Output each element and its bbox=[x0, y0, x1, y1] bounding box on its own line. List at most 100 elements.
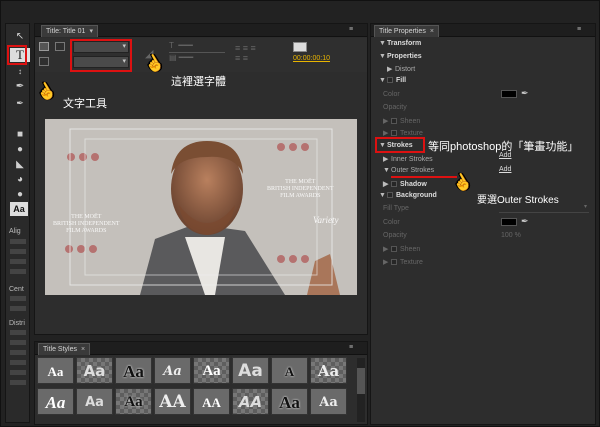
bg-color-label: Color bbox=[383, 219, 400, 226]
title-tab[interactable]: Title: Title 01 ▾ bbox=[41, 25, 98, 37]
close-icon[interactable]: × bbox=[81, 346, 85, 353]
title-style-swatch[interactable]: AA bbox=[193, 388, 230, 415]
inner-strokes-label: Inner Strokes bbox=[391, 156, 433, 163]
panel-menu-icon[interactable]: ≡ bbox=[349, 344, 363, 352]
style-swatch-preview[interactable]: Aa bbox=[10, 202, 28, 216]
properties-tabbar: Title Properties × ≡ bbox=[371, 24, 595, 37]
bg-texture-row[interactable]: ▶ Texture bbox=[383, 258, 423, 266]
bg-opacity-label: Opacity bbox=[383, 232, 407, 239]
new-title-icon[interactable] bbox=[39, 42, 49, 51]
pen-tool[interactable]: ✒ bbox=[10, 80, 30, 94]
distribute-label: Distri bbox=[9, 320, 25, 327]
background-checkbox[interactable] bbox=[387, 192, 393, 198]
bg-texture-checkbox[interactable] bbox=[391, 259, 397, 265]
inner-strokes-row[interactable]: ▶ Inner Strokes bbox=[383, 155, 433, 163]
templates-icon[interactable] bbox=[39, 57, 49, 66]
properties-label: Properties bbox=[387, 53, 422, 60]
distort-row[interactable]: ▶ Distort bbox=[387, 65, 415, 73]
title-style-swatch[interactable]: A bbox=[271, 357, 308, 384]
title-style-swatch[interactable]: Aa bbox=[271, 388, 308, 415]
add-anchor-tool[interactable]: ✒ bbox=[10, 96, 30, 110]
type-tool[interactable]: T bbox=[10, 48, 30, 62]
ellipse-tool[interactable]: ● bbox=[10, 188, 30, 202]
title-properties-tab[interactable]: Title Properties × bbox=[374, 25, 439, 37]
add-outer-stroke-link[interactable]: Add bbox=[499, 166, 511, 173]
chevron-down-icon: ▾ bbox=[122, 43, 126, 50]
backdrop-text-left-2: BRITISH INDEPENDENT bbox=[53, 221, 120, 227]
align-text-buttons[interactable]: ≡ ≡ ≡ ≡ ≡ bbox=[235, 43, 281, 65]
rounded-rectangle-tool[interactable]: ● bbox=[10, 143, 30, 157]
panel-menu-icon[interactable]: ≡ bbox=[577, 26, 591, 34]
close-icon[interactable]: ▾ bbox=[89, 28, 93, 35]
strokes-section[interactable]: ▼Strokes bbox=[379, 142, 413, 149]
distribute-buttons[interactable] bbox=[10, 330, 26, 390]
center-buttons[interactable] bbox=[10, 296, 26, 312]
style-swatch-grid: Aa Aa Aa Aa Aa Aa A Aa Aa Aa Aa AA AA AA Aa Aa bbox=[37, 357, 355, 425]
annotation-outer-strokes: 要選Outer Strokes bbox=[477, 195, 559, 206]
close-icon[interactable]: × bbox=[430, 28, 434, 35]
bg-opacity-value[interactable]: 100 % bbox=[501, 232, 521, 239]
backdrop-text-left: THE MOËT BRITISH INDEPENDENT FILM AWARDS bbox=[53, 214, 120, 235]
title-style-swatch[interactable]: AA bbox=[154, 388, 191, 415]
rectangle-tool[interactable]: ■ bbox=[10, 128, 30, 142]
chevron-down-icon: ▾ bbox=[122, 58, 126, 65]
backdrop-text-left-1: THE MOËT bbox=[71, 214, 102, 220]
bg-color-swatch[interactable] bbox=[501, 218, 517, 226]
outer-strokes-row[interactable]: ▼Outer Strokes bbox=[383, 167, 434, 174]
title-style-swatch[interactable]: Aa bbox=[37, 388, 74, 415]
title-style-swatch[interactable]: Aa bbox=[232, 357, 269, 384]
texture-label: Texture bbox=[400, 130, 423, 137]
title-style-swatch[interactable]: Aa bbox=[193, 357, 230, 384]
texture-checkbox[interactable] bbox=[391, 130, 397, 136]
bg-texture-label: Texture bbox=[400, 259, 423, 266]
strokes-label: Strokes bbox=[387, 142, 413, 149]
selection-tool[interactable]: ↖ bbox=[10, 30, 30, 44]
backdrop-text-right: THE MOËT BRITISH INDEPENDENT FILM AWARDS bbox=[267, 179, 334, 200]
eyedropper-icon[interactable]: ✒ bbox=[521, 216, 529, 227]
sheen-label: Sheen bbox=[400, 118, 421, 125]
bg-sheen-checkbox[interactable] bbox=[391, 246, 397, 252]
title-properties-tab-label: Title Properties bbox=[379, 28, 426, 35]
background-section[interactable]: ▼ Background bbox=[379, 192, 437, 199]
font-family-dropdown[interactable]: ▾ bbox=[73, 41, 129, 53]
title-style-swatch[interactable]: Aa bbox=[115, 388, 152, 415]
fill-color-swatch[interactable] bbox=[501, 90, 517, 98]
annotation-choose-font: 這裡選字體 bbox=[171, 76, 226, 88]
sheen-checkbox[interactable] bbox=[391, 118, 397, 124]
font-style-dropdown[interactable]: ▾ bbox=[73, 56, 129, 68]
styles-scrollbar[interactable] bbox=[357, 358, 365, 422]
bg-sheen-row[interactable]: ▶ Sheen bbox=[383, 245, 420, 253]
align-buttons[interactable] bbox=[10, 239, 26, 279]
show-background-video-icon[interactable] bbox=[293, 42, 307, 52]
title-style-swatch[interactable]: Aa bbox=[76, 388, 113, 415]
title-styles-tab[interactable]: Title Styles × bbox=[38, 343, 91, 355]
title-style-swatch[interactable]: Aa bbox=[310, 388, 347, 415]
vertical-type-tool[interactable]: ↕ bbox=[10, 65, 30, 79]
roll-crawl-icon[interactable] bbox=[55, 42, 65, 51]
fill-texture-row[interactable]: ▶ Texture bbox=[383, 129, 423, 137]
title-properties-panel: Title Properties × ≡ ▼Transform ▼Properti… bbox=[370, 23, 596, 425]
wedge-tool[interactable]: ◣ bbox=[10, 158, 30, 172]
shadow-label: Shadow bbox=[400, 181, 427, 188]
fill-checkbox[interactable] bbox=[387, 77, 393, 83]
title-style-swatch[interactable]: AA bbox=[232, 388, 269, 415]
title-style-swatch[interactable]: Aa bbox=[76, 357, 113, 384]
backdrop-text-right-3: FILM AWARDS bbox=[280, 193, 321, 199]
title-style-swatch[interactable]: Aa bbox=[154, 357, 191, 384]
title-style-swatch[interactable]: Aa bbox=[37, 357, 74, 384]
eyedropper-icon[interactable]: ✒ bbox=[521, 88, 529, 99]
timecode[interactable]: 00:00:00:10 bbox=[293, 55, 330, 62]
fill-opacity-label: Opacity bbox=[383, 104, 407, 111]
fill-section[interactable]: ▼ Fill bbox=[379, 77, 406, 84]
panel-menu-icon[interactable]: ≡ bbox=[349, 26, 363, 34]
title-style-swatch[interactable]: Aa bbox=[310, 357, 347, 384]
arc-tool[interactable]: ◕ bbox=[10, 173, 30, 187]
transform-section[interactable]: ▼Transform bbox=[379, 40, 421, 47]
properties-section[interactable]: ▼Properties bbox=[379, 53, 422, 60]
chevron-down-icon: ▾ bbox=[583, 204, 587, 210]
fill-sheen-row[interactable]: ▶ Sheen bbox=[383, 117, 420, 125]
shadow-section[interactable]: ▶ Shadow bbox=[383, 180, 427, 188]
title-style-swatch[interactable]: Aa bbox=[115, 357, 152, 384]
font-size-controls[interactable]: T ━━━ ▤ ━━━ bbox=[169, 41, 225, 67]
shadow-checkbox[interactable] bbox=[391, 181, 397, 187]
